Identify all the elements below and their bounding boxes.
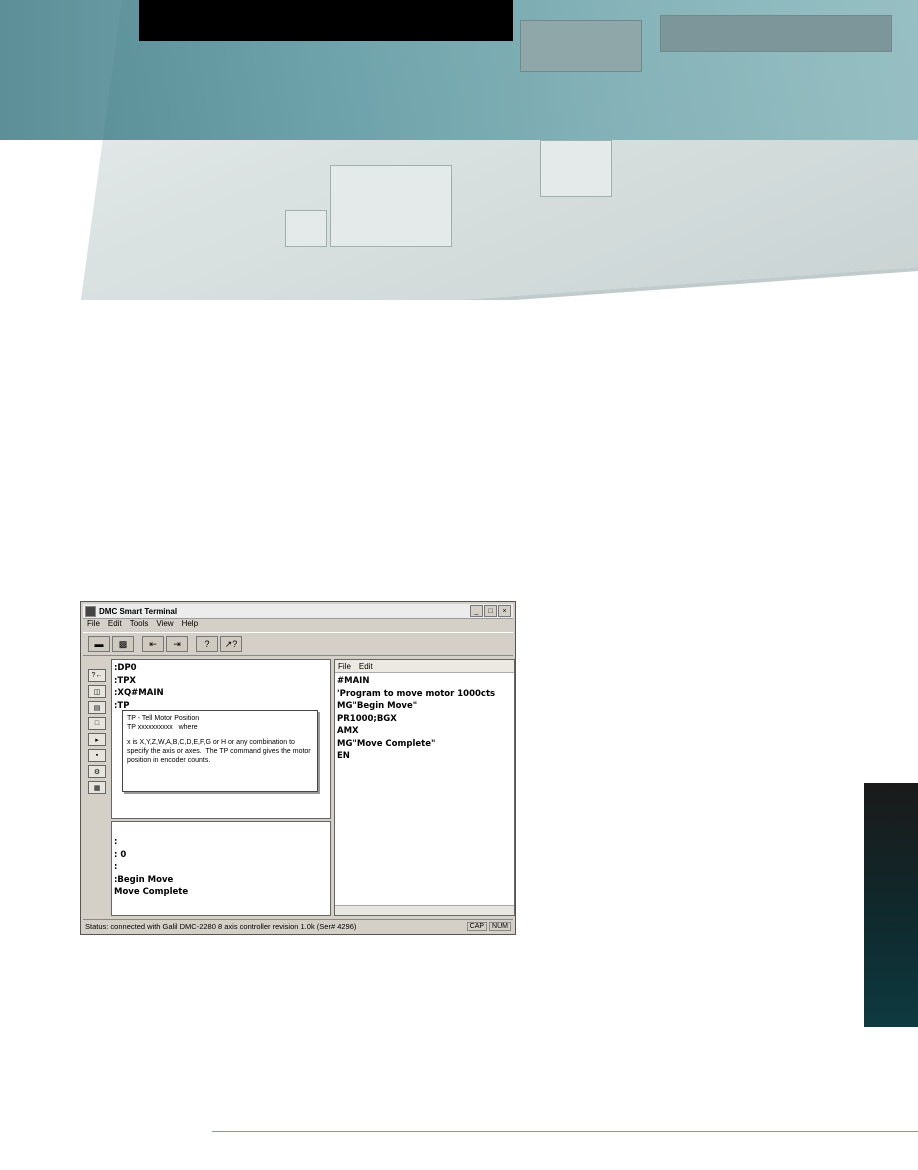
- connector-graphic: [330, 165, 452, 247]
- chip-graphic: [660, 15, 892, 52]
- stop-icon[interactable]: ▪: [88, 749, 106, 762]
- response-line: :: [114, 862, 118, 872]
- context-help-icon[interactable]: ↗?: [220, 636, 242, 652]
- window-titlebar[interactable]: DMC Smart Terminal _ □ ×: [83, 604, 513, 619]
- tool-icon[interactable]: ⚙: [88, 765, 106, 778]
- tooltip-syntax: TP xxxxxxxxxx where: [127, 724, 198, 731]
- menu-view[interactable]: View: [156, 619, 173, 631]
- toolbar: ▬ ▩ ⇤ ⇥ ? ↗?: [83, 632, 513, 656]
- connector-graphic: [285, 210, 327, 247]
- upload-program-icon[interactable]: ⇥: [166, 636, 188, 652]
- status-text: Status: connected with Galil DMC-2280 8 …: [85, 921, 357, 931]
- table-icon[interactable]: ▦: [88, 781, 106, 794]
- editor-menu-edit[interactable]: Edit: [359, 662, 373, 671]
- program-line: MG"Move Complete": [337, 738, 436, 749]
- side-tab: [864, 783, 918, 1027]
- num-indicator: NUM: [489, 921, 511, 931]
- side-toolbar: ?← ◫ ▤ □ ▸ ▪ ⚙ ▦: [85, 659, 109, 919]
- program-line: 'Program to move motor 1000cts: [337, 688, 496, 699]
- response-line: : 0: [114, 849, 127, 860]
- header-title-bar: [139, 0, 513, 41]
- response-line: Move Complete: [114, 887, 189, 897]
- command-pane[interactable]: :DP0 :TPX :XQ#MAIN :TP TP - Tell Motor P…: [111, 659, 331, 819]
- response-line: :: [114, 837, 118, 847]
- command-line: :TPX: [114, 675, 136, 686]
- status-bar: Status: connected with Galil DMC-2280 8 …: [83, 919, 513, 932]
- split-view-icon[interactable]: ◫: [88, 685, 106, 698]
- program-line: EN: [337, 751, 350, 761]
- app-icon: [85, 605, 96, 617]
- close-button[interactable]: ×: [498, 605, 511, 617]
- menu-bar: File Edit Tools View Help: [83, 619, 513, 631]
- smart-terminal-window: DMC Smart Terminal _ □ × File Edit Tools…: [80, 601, 516, 935]
- program-line: MG"Begin Move": [337, 701, 418, 711]
- help-icon[interactable]: ?: [196, 636, 218, 652]
- horizontal-scrollbar[interactable]: [335, 905, 514, 915]
- menu-edit[interactable]: Edit: [108, 619, 122, 631]
- caps-indicator: CAP: [466, 921, 488, 931]
- response-pane[interactable]: : : 0 : :Begin Move Move Complete: [111, 821, 331, 916]
- menu-file[interactable]: File: [87, 619, 100, 631]
- program-line: PR1000;BGX: [337, 713, 397, 724]
- connector-graphic: [540, 140, 612, 197]
- program-editor-pane[interactable]: File Edit #MAIN 'Program to move motor 1…: [334, 659, 515, 916]
- editor-menu-file[interactable]: File: [338, 662, 351, 671]
- minimize-button[interactable]: _: [470, 605, 483, 617]
- response-line: :Begin Move: [114, 874, 174, 885]
- editor-menu: File Edit: [335, 660, 514, 673]
- header-photo: [0, 0, 918, 300]
- program-line: #MAIN: [337, 676, 370, 686]
- disconnect-icon[interactable]: ▩: [112, 636, 134, 652]
- help-pointer-icon[interactable]: ?←: [88, 669, 106, 682]
- command-line: :DP0: [114, 663, 137, 673]
- single-view-icon[interactable]: □: [88, 717, 106, 730]
- maximize-button[interactable]: □: [484, 605, 497, 617]
- menu-tools[interactable]: Tools: [130, 619, 149, 631]
- program-line: AMX: [337, 726, 359, 736]
- command-line: :XQ#MAIN: [114, 688, 164, 698]
- footer-rule: [212, 1131, 918, 1132]
- window-title: DMC Smart Terminal: [99, 606, 178, 616]
- menu-help[interactable]: Help: [182, 619, 198, 631]
- tooltip-title: TP - Tell Motor Position: [127, 715, 200, 722]
- tooltip-body: x is X,Y,Z,W,A,B,C,D,E,F,G or H or any c…: [127, 739, 313, 764]
- run-icon[interactable]: ▸: [88, 733, 106, 746]
- window-layout-icon[interactable]: ▤: [88, 701, 106, 714]
- download-program-icon[interactable]: ⇤: [142, 636, 164, 652]
- connect-icon[interactable]: ▬: [88, 636, 110, 652]
- chip-graphic: [520, 20, 642, 72]
- command-tooltip: TP - Tell Motor Position TP xxxxxxxxxx w…: [122, 710, 318, 792]
